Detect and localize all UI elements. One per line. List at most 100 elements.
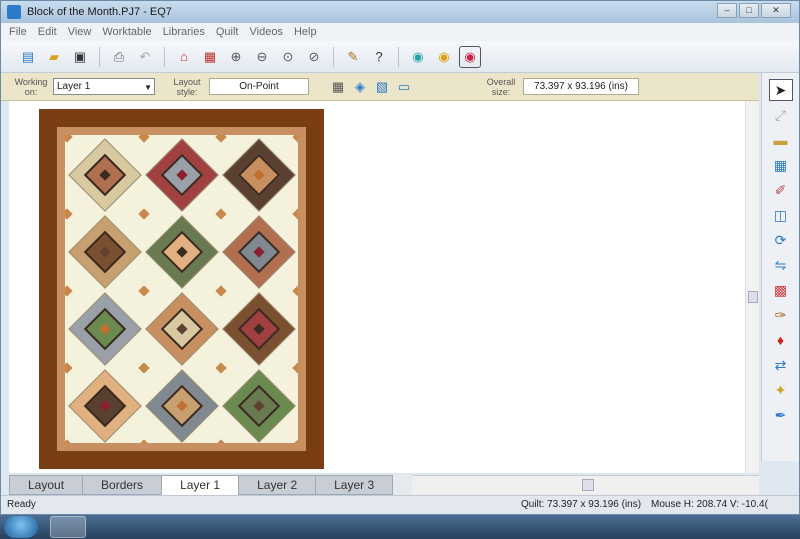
- minimize-button[interactable]: –: [717, 3, 737, 18]
- sashing-cornerstone: [138, 439, 150, 443]
- zoom-out-icon[interactable]: ⊖: [251, 46, 273, 68]
- paintbrush-icon[interactable]: ✑: [769, 304, 793, 326]
- quilt-block[interactable]: [145, 138, 219, 212]
- tab-layout[interactable]: Layout: [9, 475, 84, 495]
- pick-icon[interactable]: ➤: [768, 79, 793, 101]
- grid-layout-icon[interactable]: ▦: [327, 76, 349, 98]
- sketch-icon[interactable]: ✎: [342, 46, 364, 68]
- adjust-icon[interactable]: ⤢: [769, 104, 793, 126]
- quilt-block[interactable]: [68, 215, 142, 289]
- menu-quilt[interactable]: Quilt: [216, 26, 239, 38]
- quilt-block[interactable]: [68, 292, 142, 366]
- zoom-page-icon[interactable]: ⊘: [303, 46, 325, 68]
- ruler-icon[interactable]: ▬: [769, 129, 793, 151]
- title-bar[interactable]: Block of the Month.PJ7 - EQ7 – □ ✕: [1, 1, 799, 23]
- status-bar: Ready Quilt: 73.397 x 93.196 (ins) Mouse…: [1, 495, 799, 514]
- sashing-cornerstone: [138, 135, 150, 143]
- symmetry-icon[interactable]: ◫: [769, 204, 793, 226]
- quilt-block[interactable]: [145, 215, 219, 289]
- worktable-image-icon[interactable]: ◉: [459, 45, 481, 68]
- taskbar: [0, 515, 800, 539]
- tab-layer-2[interactable]: Layer 2: [238, 475, 317, 495]
- new-icon[interactable]: ▤: [17, 46, 39, 68]
- horizontal-scrollbar[interactable]: [412, 475, 759, 495]
- close-button[interactable]: ✕: [761, 3, 791, 18]
- sashing-cornerstone: [292, 285, 298, 297]
- menu-videos[interactable]: Videos: [250, 26, 283, 38]
- tab-borders[interactable]: Borders: [82, 475, 163, 495]
- tab-layer-1[interactable]: Layer 1: [161, 475, 240, 495]
- sashing-cornerstone: [65, 135, 73, 143]
- quilt-block[interactable]: [145, 292, 219, 366]
- menu-libraries[interactable]: Libraries: [163, 26, 205, 38]
- zoom-in-icon[interactable]: ⊕: [225, 46, 247, 68]
- layout-style-field: On-Point: [209, 78, 309, 95]
- color-icon[interactable]: ▩: [769, 279, 793, 301]
- sashing-cornerstone: [292, 208, 298, 220]
- sashing-cornerstone: [65, 362, 73, 374]
- quilt-block[interactable]: [145, 369, 219, 443]
- taskbar-eq7-button[interactable]: [50, 516, 86, 538]
- quilt-block[interactable]: [222, 138, 296, 212]
- eyedropper-icon[interactable]: ✒: [769, 404, 793, 426]
- working-on-value: Layer 1: [57, 81, 91, 92]
- save-icon[interactable]: ▣: [69, 46, 91, 68]
- sashing-cornerstone: [215, 285, 227, 297]
- undo-icon[interactable]: ↶: [134, 46, 156, 68]
- right-toolbar: ➤ ⤢ ▬ ▦ ✐ ◫ ⟳ ⇋ ▩ ✑ ♦ ⇄ ✦ ✒: [761, 73, 799, 461]
- worktable-quilt-icon[interactable]: ◉: [407, 46, 429, 68]
- magic-wand-icon[interactable]: ✦: [769, 379, 793, 401]
- quilt-block[interactable]: [68, 369, 142, 443]
- maximize-button[interactable]: □: [739, 3, 759, 18]
- set-block-icon[interactable]: ▦: [769, 154, 793, 176]
- menu-file[interactable]: File: [9, 26, 27, 38]
- menu-edit[interactable]: Edit: [38, 26, 57, 38]
- tab-layer-3[interactable]: Layer 3: [315, 475, 394, 495]
- sashing-cornerstone: [292, 135, 298, 143]
- erase-icon[interactable]: ✐: [769, 179, 793, 201]
- sashing-cornerstone: [65, 208, 73, 220]
- hint-icon[interactable]: ?: [368, 46, 390, 68]
- status-quilt-size: Quilt: 73.397 x 93.196 (ins): [521, 499, 642, 510]
- menu-help[interactable]: Help: [294, 26, 317, 38]
- quilt-block[interactable]: [68, 138, 142, 212]
- zoom-fit-icon[interactable]: ⊙: [277, 46, 299, 68]
- menu-worktable[interactable]: Worktable: [102, 26, 151, 38]
- status-ready: Ready: [7, 499, 36, 510]
- menu-view[interactable]: View: [68, 26, 92, 38]
- quilt-block[interactable]: [222, 292, 296, 366]
- menu-bar: File Edit View Worktable Libraries Quilt…: [1, 23, 799, 41]
- horizontal-scroll-thumb[interactable]: [582, 479, 595, 491]
- quilt-canvas[interactable]: [9, 101, 759, 473]
- layout-icon[interactable]: ▦: [199, 46, 221, 68]
- rotate-icon[interactable]: ⟳: [769, 229, 793, 251]
- sashing-cornerstone: [215, 439, 227, 443]
- start-button[interactable]: [4, 516, 38, 538]
- working-on-label: Working on:: [14, 76, 48, 97]
- vertical-scroll-thumb[interactable]: [748, 291, 758, 303]
- quilt-design[interactable]: [39, 109, 324, 469]
- house-icon[interactable]: ⌂: [173, 46, 195, 68]
- sashing-cornerstone: [138, 362, 150, 374]
- sashing-cornerstone: [65, 439, 73, 443]
- sashing-cornerstone: [215, 208, 227, 220]
- spraycan-icon[interactable]: ♦: [769, 329, 793, 351]
- working-on-select[interactable]: Layer 1 ▼: [53, 78, 155, 95]
- overall-size-field: 73.397 x 93.196 (ins): [523, 78, 639, 95]
- onpoint-layout-icon[interactable]: ◈: [349, 76, 371, 98]
- worktable-block-icon[interactable]: ◉: [433, 46, 455, 68]
- eq7-app-icon: [7, 5, 21, 19]
- sashing-cornerstone: [292, 362, 298, 374]
- flip-icon[interactable]: ⇋: [769, 254, 793, 276]
- sashing-cornerstone: [138, 208, 150, 220]
- quilt-block[interactable]: [222, 215, 296, 289]
- custom-layout-icon[interactable]: ▭: [393, 76, 415, 98]
- print-icon[interactable]: ⎙: [108, 46, 130, 68]
- swap-icon[interactable]: ⇄: [769, 354, 793, 376]
- variable-layout-icon[interactable]: ▧: [371, 76, 393, 98]
- sashing-cornerstone: [215, 135, 227, 143]
- vertical-scrollbar[interactable]: [745, 101, 759, 473]
- quilt-block[interactable]: [222, 369, 296, 443]
- open-icon[interactable]: ▰: [43, 46, 65, 68]
- sashing-cornerstone: [292, 439, 298, 443]
